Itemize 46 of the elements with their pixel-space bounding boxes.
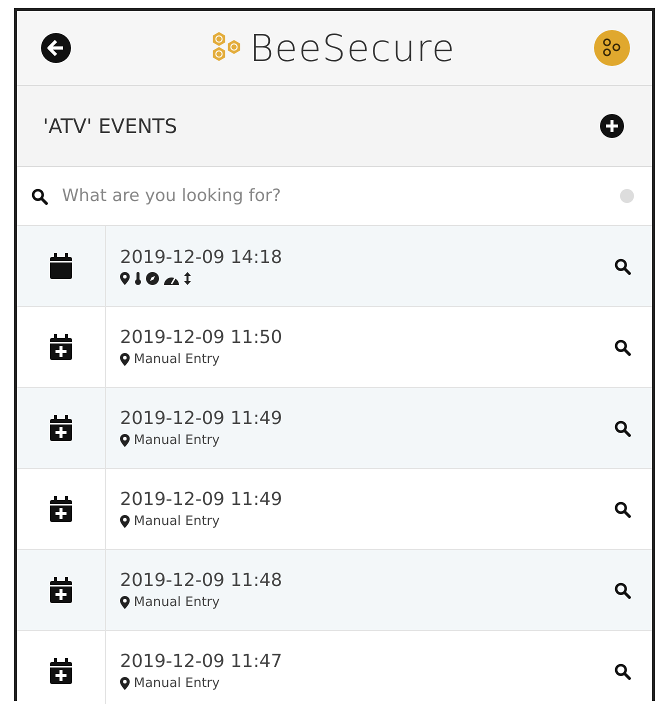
event-time: 2019-12-09 11:49	[120, 489, 284, 510]
search-icon[interactable]	[614, 258, 630, 274]
event-time: 2019-12-09 11:50	[120, 327, 284, 348]
back-button[interactable]	[41, 33, 71, 63]
event-time: 2019-12-09 14:18	[120, 247, 284, 268]
location-label: Manual Entry	[134, 514, 220, 529]
arrow-left-icon	[47, 39, 65, 57]
calendar-plus-icon	[50, 577, 72, 603]
search-icon[interactable]	[614, 420, 630, 436]
location-label: Manual Entry	[134, 433, 220, 448]
vertical-arrows-icon	[184, 272, 191, 285]
location-pin-icon	[120, 596, 130, 609]
search-icon[interactable]	[614, 338, 630, 356]
event-row[interactable]: 2019-12-09 11:47 Manual Entry	[17, 631, 652, 704]
search-field[interactable]: What are you looking for?	[60, 185, 608, 207]
event-time: 2019-12-09 11:48	[120, 570, 284, 591]
event-time: 2019-12-09 11:49	[120, 408, 284, 429]
plus-icon	[605, 119, 619, 133]
event-row[interactable]: 2019-12-09 11:48 Manual Entry	[17, 550, 652, 631]
location-label: Manual Entry	[134, 676, 220, 691]
location-pin-icon	[120, 272, 130, 285]
calendar-plus-icon	[50, 658, 72, 684]
calendar-icon	[50, 253, 72, 279]
location-label: Manual Entry	[134, 352, 220, 367]
location-pin-icon	[120, 677, 130, 690]
add-button[interactable]	[600, 114, 624, 138]
calendar-plus-icon	[50, 334, 72, 360]
event-row[interactable]: 2019-12-09 14:18	[17, 226, 652, 307]
thermometer-icon	[134, 272, 141, 285]
search-icon[interactable]	[31, 188, 48, 204]
calendar-plus-icon	[50, 415, 72, 441]
honeycomb-icon	[601, 38, 623, 58]
search-icon[interactable]	[614, 662, 630, 680]
calendar-plus-icon	[50, 496, 72, 522]
search-icon[interactable]	[614, 500, 630, 518]
location-pin-icon	[120, 515, 130, 528]
location-label: Manual Entry	[134, 595, 220, 610]
compass-icon	[146, 272, 159, 285]
app-title: BeeSecure	[250, 26, 456, 70]
event-row[interactable]: 2019-12-09 11:49 Manual Entry	[17, 388, 652, 469]
location-pin-icon	[120, 353, 130, 366]
event-time: 2019-12-09 11:47	[120, 651, 284, 672]
profile-avatar[interactable]	[594, 30, 630, 66]
location-pin-icon	[120, 434, 130, 447]
section-title: 'ATV' EVENTS	[43, 114, 178, 138]
search-icon[interactable]	[614, 582, 630, 598]
